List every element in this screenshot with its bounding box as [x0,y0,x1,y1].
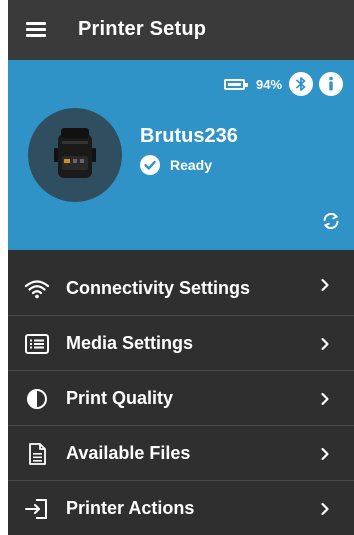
bluetooth-icon[interactable] [289,72,313,96]
menu-item-media-settings[interactable]: Media Settings [8,315,354,370]
printer-status-card: 94% Brutus236 Ready [8,60,354,250]
info-icon[interactable] [319,72,343,96]
menu-item-print-quality[interactable]: Print Quality [8,370,354,425]
menu-item-available-files[interactable]: Available Files [8,425,354,480]
menu-item-label: Media Settings [66,333,194,353]
list-icon [25,334,49,354]
battery-icon [224,79,248,90]
login-arrow-icon [25,499,47,519]
refresh-icon[interactable] [320,210,342,232]
status-text: Ready [170,157,213,173]
printer-avatar [28,108,122,202]
menu-item-printer-actions[interactable]: Printer Actions [8,480,354,535]
menu-item-label: Available Files [66,443,191,463]
app-bar: Printer Setup [8,0,354,60]
chevron-right-icon [321,392,329,406]
battery-percent: 94% [256,77,283,92]
menu-item-label: Print Quality [66,388,174,408]
chevron-right-icon [321,278,329,292]
printer-name: Brutus236 [140,125,238,147]
menu-item-connectivity-settings[interactable]: Connectivity Settings [8,250,354,315]
app-frame: Printer Setup 94% Brutus236 Ready Connec… [8,0,354,535]
contrast-icon [27,389,47,409]
wifi-icon [24,280,50,299]
printer-image [54,128,96,178]
hamburger-menu-icon[interactable] [26,22,46,38]
check-circle-icon [140,155,160,175]
chevron-right-icon [321,337,329,351]
file-icon [29,443,46,465]
settings-menu: Connectivity Settings Media Settings Pri… [8,250,354,535]
menu-item-label: Printer Actions [66,498,195,518]
page-title: Printer Setup [78,18,207,40]
menu-item-label: Connectivity Settings [66,278,251,298]
chevron-right-icon [321,502,329,516]
chevron-right-icon [321,447,329,461]
